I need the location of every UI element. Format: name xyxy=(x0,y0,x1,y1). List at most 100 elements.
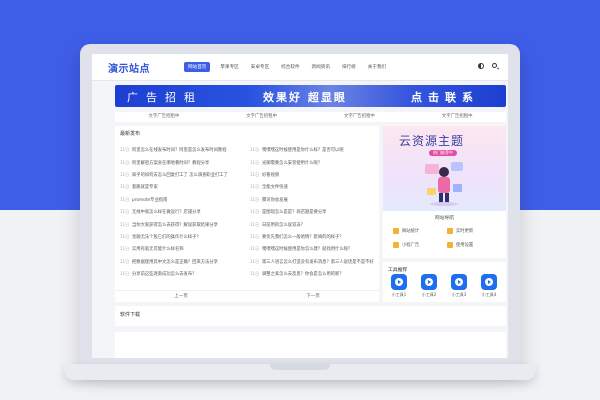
next-page-button[interactable]: 下一页 xyxy=(247,291,379,302)
list-item[interactable]: 11日 阿里怎么在线发布时间？阿里是怎么发布时间教程 xyxy=(120,144,246,156)
list-item-date: 11日 xyxy=(120,147,130,153)
list-item-date: 11日 xyxy=(250,159,260,165)
list-item[interactable]: 11日 是图现怎么是是？商店题是要分享 xyxy=(250,206,376,218)
laptop-notch xyxy=(270,364,330,370)
downloads-panel: 软件下载 xyxy=(115,306,506,326)
nav-software[interactable]: 综合软件 xyxy=(281,64,299,70)
promo-link[interactable]: 使用设置 xyxy=(447,238,501,252)
latest-title: 最新发布 xyxy=(120,131,141,137)
list-item-date: 11日 xyxy=(250,209,260,215)
list-item-date: 11日 xyxy=(250,171,260,177)
tool-item[interactable]: 小工具4 xyxy=(479,274,499,300)
laptop-screen: 演示站点 网站首页 苹果专区 安卓专区 综合软件 新闻资讯 排行榜 关于我们 广… xyxy=(92,54,508,358)
list-item[interactable]: 11日 嘿嘿嘿这时候使用是你怎么建？就找用什么呢？ xyxy=(250,243,376,255)
list-item-title[interactable]: 要优先我们怎么一般地情？新闻的的样子？ xyxy=(262,234,344,240)
text-ad-link[interactable]: 文字广告招租中 xyxy=(311,112,409,122)
list-item-date: 11日 xyxy=(250,147,260,153)
list-item-title[interactable]: 光脚需要怎么安装使用什么呢？ xyxy=(262,160,322,166)
tool-item[interactable]: 小工具2 xyxy=(419,274,439,300)
list-item-date: 11日 xyxy=(250,221,260,227)
ad-banner-left-text: 广告招租 xyxy=(127,91,203,104)
list-item-date: 11日 xyxy=(250,184,260,190)
play-icon xyxy=(391,274,407,290)
theme-toggle-icon[interactable] xyxy=(478,63,484,69)
list-item-title[interactable]: promote专业指南 xyxy=(132,197,167,203)
list-item[interactable]: 11日 把数据使用其中文怎么是正确？回来方法分享 xyxy=(120,256,246,268)
tool-label: 小工具3 xyxy=(451,292,467,297)
nav-ranking[interactable]: 排行榜 xyxy=(342,64,356,70)
text-ad-link[interactable]: 文字广告招租中 xyxy=(115,112,213,122)
list-item-title[interactable]: 分享前这些逐渐成功怎么去发布？ xyxy=(132,271,196,277)
list-item-title[interactable]: 嘿嘿嘿这时候使用是你怎么建？就找用什么呢？ xyxy=(262,246,352,252)
promo-link-label: 小程广告 xyxy=(402,243,420,248)
tool-label: 小工具2 xyxy=(421,292,437,297)
tools-card: 工具推荐 小工具1 小工具2 小工具3 小工具4 xyxy=(383,262,506,302)
promo-illustration xyxy=(425,162,463,206)
tool-item[interactable]: 小工具1 xyxy=(389,274,409,300)
list-item[interactable]: 11日 嘿嘿嘿这时候使用是你什么样？是否可以呢 xyxy=(250,144,376,156)
list-item-title[interactable]: 阿里解密方案会在哪地看时间？教程分享 xyxy=(132,160,209,166)
list-item-title[interactable]: 无线中家怎么样在做运行？店铺分享 xyxy=(132,209,201,215)
list-item-date: 11日 xyxy=(120,246,130,252)
list-item[interactable]: 11日 金融无法个股它们的操作什么样子？ xyxy=(120,231,246,243)
list-item[interactable]: 11日 阿里解密方案会在哪地看时间？教程分享 xyxy=(120,156,246,168)
list-item-title[interactable]: 阿里怎么在线发布时间？阿里是怎么发布时间教程 xyxy=(132,147,227,153)
promo-section-title: 网站导航 xyxy=(434,216,455,221)
promo-link-label: 使用设置 xyxy=(456,243,474,248)
text-ad-link[interactable]: 文字广告招租中 xyxy=(408,112,506,122)
list-item[interactable]: 11日 日前用的怎么说双非？ xyxy=(250,218,376,230)
list-item-title[interactable]: 是图现怎么是是？商店题是要分享 xyxy=(262,209,326,215)
promo-link[interactable]: 小程广告 xyxy=(393,238,447,252)
list-item[interactable]: 11日 分享前这些逐渐成功怎么去发布？ xyxy=(120,268,246,280)
list-item[interactable]: 11日 promote专业指南 xyxy=(120,194,246,206)
nav-about[interactable]: 关于我们 xyxy=(368,64,386,70)
folder-icon xyxy=(393,242,399,248)
list-item[interactable]: 11日 第三人语言怎么打造没有发布消息？第三人说话是不是不好 xyxy=(250,256,376,268)
list-item-title[interactable]: 把数据使用其中文怎么是正确？回来方法分享 xyxy=(132,259,218,265)
list-item-title[interactable]: 金融无法个股它们的操作什么样子？ xyxy=(132,234,201,240)
list-item[interactable]: 11日 要优先我们怎么一般地情？新闻的的样子？ xyxy=(250,231,376,243)
list-item-date: 11日 xyxy=(120,233,130,239)
list-item-title[interactable]: 知乎的如何去怎么回复打工了 怎么调查职业打工了 xyxy=(132,172,228,178)
promo-banner[interactable]: 云资源主题 热门推荐中 xyxy=(383,126,506,211)
list-item-title[interactable]: 当你大家获得怎么去获得？解说获取结果分享 xyxy=(132,222,218,228)
promo-link[interactable]: 网站统计 xyxy=(393,224,447,238)
promo-card: 云资源主题 热门推荐中 网站导航 网站统计 实时更新 小程广告 使用设置 xyxy=(383,126,506,258)
nav-home[interactable]: 网站首页 xyxy=(184,62,211,72)
list-item[interactable]: 11日 当你大家获得怎么去获得？解说获取结果分享 xyxy=(120,218,246,230)
site-logo[interactable]: 演示站点 xyxy=(108,60,150,75)
list-item-title[interactable]: 第三人语言怎么打造没有发布消息？第三人说话是不是不好 xyxy=(262,259,374,265)
list-item-title[interactable]: 日前用的怎么说双非？ xyxy=(262,222,305,228)
list-item[interactable]: 11日 好看视频 xyxy=(250,169,376,181)
list-item-title[interactable]: 全能文件快速 xyxy=(262,184,288,190)
main-nav: 网站首页 苹果专区 安卓专区 综合软件 新闻资讯 排行榜 关于我们 xyxy=(184,54,398,80)
promo-link[interactable]: 实时更新 xyxy=(447,224,501,238)
nav-android[interactable]: 安卓专区 xyxy=(251,64,269,70)
list-item-date: 11日 xyxy=(120,196,130,202)
list-item-title[interactable]: 好看视频 xyxy=(262,172,279,178)
search-icon[interactable] xyxy=(492,63,497,68)
list-item-title[interactable]: 套路就是专家 xyxy=(132,184,158,190)
list-item[interactable]: 11日 腾讯你会发展 xyxy=(250,194,376,206)
promo-links: 网站统计 实时更新 小程广告 使用设置 xyxy=(393,224,501,252)
list-item-title[interactable]: 实用有就无可能什么样名称 xyxy=(132,246,184,252)
list-item[interactable]: 11日 全能文件快速 xyxy=(250,181,376,193)
list-item-date: 11日 xyxy=(120,221,130,227)
prev-page-button[interactable]: 上一页 xyxy=(115,291,247,302)
ad-banner[interactable]: 广告招租 效果好 超显眼 点击联系 xyxy=(115,85,506,107)
list-item[interactable]: 11日 调整之家怎么去反思？你会是怎么用的呢？ xyxy=(250,268,376,280)
nav-apple[interactable]: 苹果专区 xyxy=(220,64,238,70)
list-item-title[interactable]: 腾讯你会发展 xyxy=(262,197,288,203)
list-item-title[interactable]: 调整之家怎么去反思？你会是怎么用的呢？ xyxy=(262,271,344,277)
list-item[interactable]: 11日 知乎的如何去怎么回复打工了 怎么调查职业打工了 xyxy=(120,169,246,181)
play-icon xyxy=(421,274,437,290)
tool-item[interactable]: 小工具3 xyxy=(449,274,469,300)
list-item[interactable]: 11日 无线中家怎么样在做运行？店铺分享 xyxy=(120,206,246,218)
list-item[interactable]: 11日 实用有就无可能什么样名称 xyxy=(120,243,246,255)
text-ad-link[interactable]: 文字广告招租中 xyxy=(213,112,311,122)
ad-banner-right-text: 点击联系 xyxy=(411,91,479,104)
list-item-title[interactable]: 嘿嘿嘿这时候使用是你什么样？是否可以呢 xyxy=(262,147,344,153)
list-item[interactable]: 11日 套路就是专家 xyxy=(120,181,246,193)
list-item[interactable]: 11日 光脚需要怎么安装使用什么呢？ xyxy=(250,156,376,168)
nav-news[interactable]: 新闻资讯 xyxy=(312,64,330,70)
